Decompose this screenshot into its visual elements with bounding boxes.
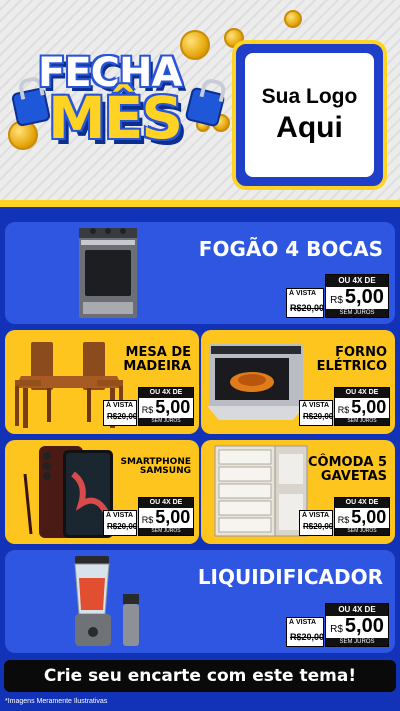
product-card-smartphone: SMARTPHONE SAMSUNG À VISTA R$20,00 OU 4X… (5, 440, 199, 544)
cash-label: À VISTA (289, 290, 317, 297)
currency: R$ (141, 515, 154, 525)
product-card-blender: LIQUIDIFICADOR À VISTA R$20,00 OU 4X DE … (5, 550, 395, 653)
no-interest-label: SEM JUROS (139, 528, 193, 535)
product-name: FOGÃO 4 BOCAS (198, 237, 383, 261)
no-interest-label: SEM JUROS (335, 418, 389, 425)
currency: R$ (337, 405, 350, 415)
product-card-oven: FORNO ELÉTRICO À VISTA R$20,00 OU 4X DE … (201, 330, 395, 434)
old-price: R$20,00 (107, 412, 138, 421)
coin-icon (180, 30, 210, 60)
price-tag: À VISTA R$20,00 OU 4X DE R$ 5,00 SEM JURO… (103, 387, 194, 426)
cash-label: À VISTA (106, 402, 134, 409)
coin-icon (284, 10, 302, 28)
dresser-icon (214, 445, 308, 537)
currency: R$ (337, 515, 350, 525)
price-tag: À VISTA R$20,00 OU 4X DE R$ 5,00 SEM JURO… (299, 387, 390, 426)
product-card-table: MESA DE MADEIRA À VISTA R$20,00 OU 4X DE… (5, 330, 199, 434)
product-name: MESA DE MADEIRA (123, 345, 191, 374)
installment-price: OU 4X DE R$ 5,00 SEM JUROS (138, 497, 194, 536)
product-name: CÔMODA 5 GAVETAS (307, 455, 387, 484)
stove-icon (79, 228, 137, 318)
oven-icon (207, 344, 305, 420)
product-name: SMARTPHONE SAMSUNG (120, 457, 191, 477)
cash-price: À VISTA R$20,00 (286, 288, 324, 318)
old-price: R$20,00 (290, 303, 325, 313)
cash-label: À VISTA (302, 512, 330, 519)
logo-placeholder: Sua Logo Aqui (232, 40, 387, 190)
price-value: 5,00 (344, 615, 384, 637)
price-value: 5,00 (344, 286, 384, 308)
smartphone-icon (23, 446, 113, 538)
headline-line2: MÊS (48, 84, 183, 152)
logo-text-line1: Sua Logo (261, 85, 358, 108)
product-name: FORNO ELÉTRICO (316, 345, 387, 374)
installment-price: OU 4X DE R$ 5,00 SEM JUROS (334, 497, 390, 536)
cash-price: À VISTA R$20,00 (286, 617, 324, 647)
divider-stripe (0, 200, 400, 207)
price-tag: À VISTA R$20,00 OU 4X DE R$ 5,00 SEM JURO… (286, 603, 389, 647)
price-tag: À VISTA R$20,00 OU 4X DE R$ 5,00 SEM JURO… (286, 274, 389, 318)
price-value: 5,00 (155, 507, 191, 527)
currency: R$ (330, 295, 343, 306)
product-card-stove: FOGÃO 4 BOCAS À VISTA R$20,00 OU 4X DE R… (5, 222, 395, 324)
installment-price: OU 4X DE R$ 5,00 SEM JUROS (325, 603, 389, 647)
cash-label: À VISTA (106, 512, 134, 519)
header-banner: FECHA MÊS Sua Logo Aqui (0, 0, 400, 205)
blender-icon (74, 556, 139, 646)
old-price: R$20,00 (290, 632, 325, 642)
price-value: 5,00 (351, 507, 387, 527)
logo-inner: Sua Logo Aqui (245, 53, 374, 177)
cash-label: À VISTA (289, 619, 317, 626)
disclaimer: *Imagens Meramente Ilustrativas (5, 698, 108, 705)
cash-price: À VISTA R$20,00 (299, 510, 333, 536)
product-name: LIQUIDIFICADOR (197, 565, 383, 589)
flyer: FECHA MÊS Sua Logo Aqui FOGÃO 4 BOCAS À … (0, 0, 400, 711)
installment-price: OU 4X DE R$ 5,00 SEM JUROS (325, 274, 389, 318)
cash-price: À VISTA R$20,00 (299, 400, 333, 426)
cta-banner: Crie seu encarte com este tema! (4, 660, 396, 692)
old-price: R$20,00 (107, 522, 138, 531)
currency: R$ (330, 624, 343, 635)
price-value: 5,00 (155, 397, 191, 417)
old-price: R$20,00 (303, 522, 334, 531)
price-value: 5,00 (351, 397, 387, 417)
price-tag: À VISTA R$20,00 OU 4X DE R$ 5,00 SEM JURO… (103, 497, 194, 536)
no-interest-label: SEM JUROS (326, 638, 388, 646)
installment-price: OU 4X DE R$ 5,00 SEM JUROS (138, 387, 194, 426)
old-price: R$20,00 (303, 412, 334, 421)
product-card-dresser: CÔMODA 5 GAVETAS À VISTA R$20,00 OU 4X D… (201, 440, 395, 544)
no-interest-label: SEM JUROS (335, 528, 389, 535)
cash-label: À VISTA (302, 402, 330, 409)
price-tag: À VISTA R$20,00 OU 4X DE R$ 5,00 SEM JURO… (299, 497, 390, 536)
currency: R$ (141, 405, 154, 415)
cash-price: À VISTA R$20,00 (103, 400, 137, 426)
no-interest-label: SEM JUROS (326, 309, 388, 317)
no-interest-label: SEM JUROS (139, 418, 193, 425)
installment-price: OU 4X DE R$ 5,00 SEM JUROS (334, 387, 390, 426)
logo-text-line2: Aqui (276, 111, 343, 144)
cash-price: À VISTA R$20,00 (103, 510, 137, 536)
